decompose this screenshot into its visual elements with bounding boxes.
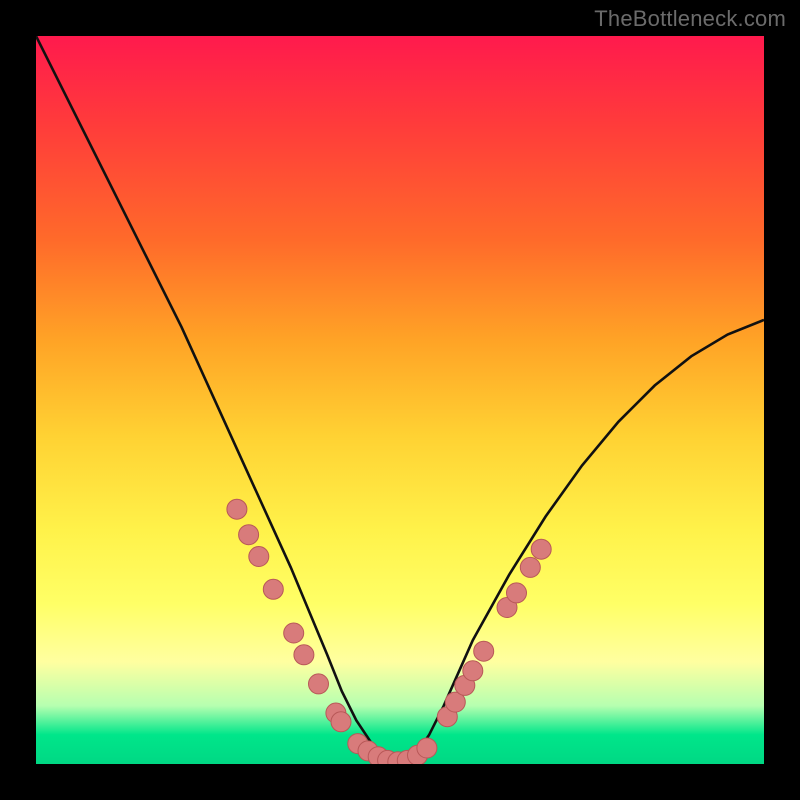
bottleneck-curve: [36, 36, 764, 764]
curve-marker: [227, 499, 247, 519]
curve-marker: [239, 525, 259, 545]
curve-marker: [263, 579, 283, 599]
watermark-text: TheBottleneck.com: [594, 6, 786, 32]
curve-marker: [417, 738, 437, 758]
curve-marker: [294, 645, 314, 665]
curve-marker: [284, 623, 304, 643]
curve-marker: [520, 557, 540, 577]
curve-line: [36, 36, 764, 764]
curve-markers: [227, 499, 551, 764]
plot-area: [36, 36, 764, 764]
curve-marker: [474, 641, 494, 661]
curve-marker: [331, 712, 351, 732]
curve-marker: [507, 583, 527, 603]
curve-marker: [249, 547, 269, 567]
chart-frame: TheBottleneck.com: [0, 0, 800, 800]
curve-marker: [463, 661, 483, 681]
curve-marker: [531, 539, 551, 559]
curve-marker: [309, 674, 329, 694]
